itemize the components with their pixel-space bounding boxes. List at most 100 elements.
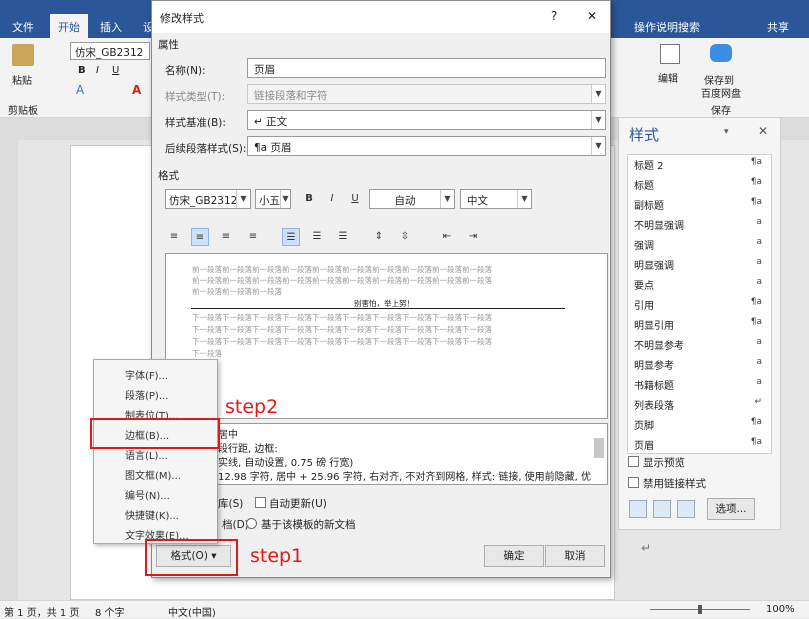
- cancel-button[interactable]: 取消: [545, 545, 605, 567]
- preview-next-line: 下一段落下一段落下一段落下一段落下一段落下一段落下一段落下一段落下一段落下一段落: [192, 313, 492, 322]
- new-style-icon[interactable]: [629, 500, 647, 518]
- style-type-mark: a: [756, 217, 762, 227]
- tab-home[interactable]: 开始: [50, 14, 88, 38]
- pane-close-icon[interactable]: ✕: [758, 124, 768, 138]
- format-menu-item[interactable]: 图文框(M)...: [125, 467, 181, 482]
- based-on-select[interactable]: ↵ 正文 ▼: [247, 110, 606, 130]
- edit-group-label[interactable]: 编辑: [658, 70, 678, 85]
- paste-label: 粘贴: [12, 76, 32, 87]
- next-style-select[interactable]: ¶a 页眉 ▼: [247, 136, 606, 156]
- chevron-down-icon[interactable]: ▼: [591, 137, 605, 155]
- share-button[interactable]: 共享: [767, 19, 789, 35]
- style-list-item[interactable]: 页眉 ¶a: [634, 437, 766, 457]
- size-value: 小五: [259, 195, 280, 207]
- tell-me-search[interactable]: 操作说明搜索: [634, 19, 700, 35]
- format-menu-item[interactable]: 段落(P)...: [125, 387, 168, 402]
- underline-button[interactable]: U: [346, 190, 364, 208]
- style-list-item[interactable]: 副标题 ¶a: [634, 197, 766, 217]
- disable-linked-checkbox[interactable]: [628, 477, 639, 488]
- ribbon-bold-icon[interactable]: B: [78, 65, 86, 76]
- style-list-item[interactable]: 不明显参考 a: [634, 337, 766, 357]
- options-button[interactable]: 选项...: [707, 498, 755, 520]
- style-inspector-icon[interactable]: [653, 500, 671, 518]
- align-right-icon[interactable]: ≡: [217, 228, 235, 246]
- decrease-spacing-icon[interactable]: ⇳: [396, 228, 414, 246]
- font-select[interactable]: 仿宋_GB2312 ▼: [165, 189, 251, 209]
- help-button[interactable]: ?: [551, 9, 557, 23]
- style-list-item[interactable]: 明显引用 ¶a: [634, 317, 766, 337]
- style-item-name: 明显强调: [634, 261, 674, 272]
- increase-spacing-icon[interactable]: ⇕: [370, 228, 388, 246]
- format-menu-item[interactable]: 编号(N)...: [125, 487, 170, 502]
- style-list-item[interactable]: 列表段落 ↵: [634, 397, 766, 417]
- ribbon-underline-icon[interactable]: U: [112, 65, 119, 76]
- single-spacing-icon[interactable]: ☰: [282, 228, 300, 246]
- description-scrollbar[interactable]: [594, 438, 604, 458]
- align-center-icon[interactable]: ≡: [191, 228, 209, 246]
- baidu-pan-label[interactable]: 百度网盘: [701, 85, 741, 100]
- preview-prev-line: 前一段落前一段落前一段落前一段落前一段落前一段落前一段落前一段落前一段落前一段落: [192, 265, 492, 274]
- align-left-icon[interactable]: ≡: [165, 228, 183, 246]
- auto-update-checkbox[interactable]: [255, 497, 266, 508]
- zoom-slider-thumb[interactable]: [698, 605, 702, 614]
- italic-button[interactable]: I: [323, 190, 341, 208]
- format-menu-item[interactable]: 快捷键(K)...: [125, 507, 179, 522]
- format-menu-item[interactable]: 语言(L)...: [125, 447, 168, 462]
- style-list-item[interactable]: 强调 a: [634, 237, 766, 257]
- style-list-item[interactable]: 引用 ¶a: [634, 297, 766, 317]
- preview-next-line: 下一段落下一段落下一段落下一段落下一段落下一段落下一段落下一段落下一段落下一段落: [192, 337, 492, 346]
- style-list-item[interactable]: 标题 2 ¶a: [634, 157, 766, 177]
- pane-menu-icon[interactable]: ▾: [724, 127, 729, 137]
- justify-icon[interactable]: ≡: [244, 228, 262, 246]
- style-list-item[interactable]: 要点 a: [634, 277, 766, 297]
- new-doc-radio[interactable]: [246, 518, 257, 529]
- font-color-icon[interactable]: A: [132, 83, 141, 97]
- find-icon[interactable]: [660, 44, 680, 64]
- style-item-name: 书籍标题: [634, 381, 674, 392]
- style-list-item[interactable]: 书籍标题 a: [634, 377, 766, 397]
- ribbon-font-box[interactable]: 仿宋_GB2312: [70, 42, 150, 60]
- preview-border-line: [191, 308, 565, 309]
- auto-update-label: 自动更新(U): [269, 498, 327, 510]
- show-preview-checkbox[interactable]: [628, 456, 639, 467]
- manage-styles-icon[interactable]: [677, 500, 695, 518]
- tab-file[interactable]: 文件: [12, 19, 34, 35]
- chevron-down-icon[interactable]: ▼: [591, 111, 605, 129]
- chevron-down-icon[interactable]: ▼: [280, 190, 290, 208]
- format-menu-item[interactable]: 字体(F)...: [125, 367, 168, 382]
- style-item-name: 引用: [634, 301, 654, 312]
- ribbon-italic-icon[interactable]: I: [96, 65, 99, 76]
- style-list-item[interactable]: 明显强调 a: [634, 257, 766, 277]
- size-select[interactable]: 小五 ▼: [255, 189, 291, 209]
- one-half-spacing-icon[interactable]: ☰: [308, 228, 326, 246]
- double-spacing-icon[interactable]: ☰: [334, 228, 352, 246]
- color-select[interactable]: 自动 ▼: [369, 189, 455, 209]
- chevron-down-icon[interactable]: ▼: [440, 190, 454, 208]
- style-list-item[interactable]: 标题 ¶a: [634, 177, 766, 197]
- style-type-mark: ¶a: [750, 197, 762, 207]
- language-indicator[interactable]: 中文(中国): [168, 604, 216, 619]
- style-type-mark: a: [756, 337, 762, 347]
- page-count[interactable]: 第 1 页，共 1 页: [4, 604, 79, 619]
- baidu-cloud-icon[interactable]: [710, 44, 732, 62]
- style-list-item[interactable]: 页脚 ¶a: [634, 417, 766, 437]
- style-list-item[interactable]: 不明显强调 a: [634, 217, 766, 237]
- chevron-down-icon[interactable]: ▼: [236, 190, 250, 208]
- script-select[interactable]: 中文 ▼: [460, 189, 532, 209]
- zoom-level[interactable]: 100%: [766, 604, 795, 615]
- bold-button[interactable]: B: [300, 190, 318, 208]
- paste-icon[interactable]: [12, 44, 34, 66]
- style-name-input[interactable]: 页眉: [247, 58, 606, 78]
- dialog-close-button[interactable]: ✕: [587, 9, 597, 23]
- style-list-item[interactable]: 明显参考 a: [634, 357, 766, 377]
- styles-list[interactable]: 标题 2 ¶a 标题 ¶a 副标题 ¶a 不明显强调 a 强调 a 明显强调 a 要点 a 引用 ¶a 明显引用…: [627, 154, 772, 454]
- ok-button[interactable]: 确定: [484, 545, 544, 567]
- tab-insert[interactable]: 插入: [100, 19, 122, 35]
- step2-highlight: [90, 418, 220, 449]
- word-count[interactable]: 8 个字: [95, 604, 125, 619]
- decrease-indent-icon[interactable]: ⇤: [438, 228, 456, 246]
- chevron-down-icon[interactable]: ▼: [517, 190, 531, 208]
- disable-linked-label: 禁用链接样式: [643, 478, 706, 490]
- increase-indent-icon[interactable]: ⇥: [464, 228, 482, 246]
- text-effect-icon[interactable]: A: [76, 83, 84, 97]
